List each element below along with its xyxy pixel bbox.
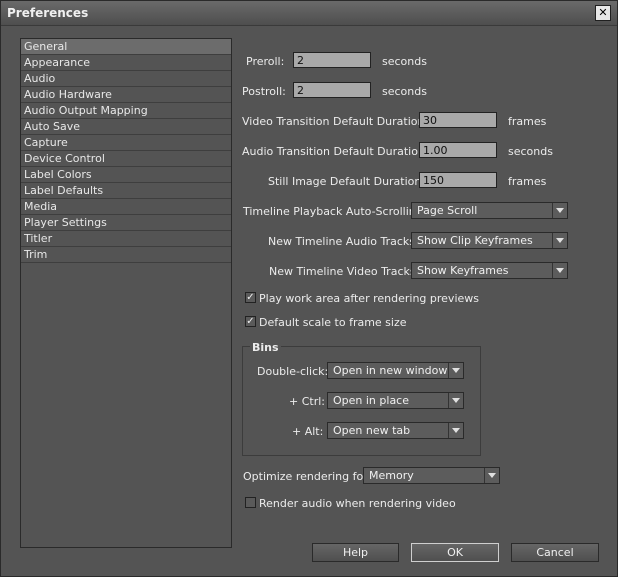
ok-button[interactable]: OK bbox=[411, 543, 499, 562]
render-audio-checkbox[interactable] bbox=[245, 497, 256, 508]
video-tracks-dropdown[interactable]: Show Keyframes bbox=[411, 262, 568, 279]
preroll-unit: seconds bbox=[382, 55, 427, 68]
postroll-input[interactable]: 2 bbox=[293, 82, 371, 98]
optimize-value: Memory bbox=[369, 469, 414, 482]
alt-dropdown[interactable]: Open new tab bbox=[327, 422, 464, 439]
alt-value: Open new tab bbox=[333, 424, 411, 437]
chevron-down-icon bbox=[448, 363, 463, 378]
audio-tracks-value: Show Clip Keyframes bbox=[417, 234, 533, 247]
autoscroll-dropdown[interactable]: Page Scroll bbox=[411, 202, 568, 219]
cancel-button[interactable]: Cancel bbox=[511, 543, 599, 562]
default-scale-checkbox[interactable]: ✓ bbox=[245, 316, 256, 327]
audio-tracks-dropdown[interactable]: Show Clip Keyframes bbox=[411, 232, 568, 249]
sidebar-item-appearance[interactable]: Appearance bbox=[21, 55, 231, 71]
sidebar-item-general[interactable]: General bbox=[21, 39, 231, 55]
still-image-label: Still Image Default Duration: bbox=[268, 175, 426, 188]
alt-label: + Alt: bbox=[292, 425, 324, 438]
window-title: Preferences bbox=[7, 6, 89, 20]
default-scale-label: Default scale to frame size bbox=[259, 316, 407, 329]
chevron-down-icon bbox=[552, 263, 567, 278]
bins-title: Bins bbox=[250, 341, 281, 354]
ctrl-dropdown[interactable]: Open in place bbox=[327, 392, 464, 409]
chevron-down-icon bbox=[448, 393, 463, 408]
video-transition-input[interactable]: 30 bbox=[419, 112, 497, 128]
sidebar-item-player-settings[interactable]: Player Settings bbox=[21, 215, 231, 231]
render-audio-label: Render audio when rendering video bbox=[259, 497, 456, 510]
audio-transition-unit: seconds bbox=[508, 145, 553, 158]
chevron-down-icon bbox=[552, 233, 567, 248]
video-tracks-label: New Timeline Video Tracks: bbox=[269, 265, 420, 278]
chevron-down-icon bbox=[448, 423, 463, 438]
preroll-label: Preroll: bbox=[246, 55, 285, 68]
audio-tracks-label: New Timeline Audio Tracks: bbox=[268, 235, 419, 248]
sidebar-item-media[interactable]: Media bbox=[21, 199, 231, 215]
video-transition-unit: frames bbox=[508, 115, 547, 128]
autoscroll-value: Page Scroll bbox=[417, 204, 478, 217]
title-bar[interactable]: Preferences ✕ bbox=[1, 1, 617, 26]
sidebar-item-audio-output-mapping[interactable]: Audio Output Mapping bbox=[21, 103, 231, 119]
sidebar-item-label-colors[interactable]: Label Colors bbox=[21, 167, 231, 183]
sidebar-item-capture[interactable]: Capture bbox=[21, 135, 231, 151]
sidebar-item-device-control[interactable]: Device Control bbox=[21, 151, 231, 167]
audio-transition-label: Audio Transition Default Duration: bbox=[242, 145, 429, 158]
optimize-dropdown[interactable]: Memory bbox=[363, 467, 500, 484]
postroll-label: Postroll: bbox=[242, 85, 286, 98]
play-work-area-checkbox[interactable]: ✓ bbox=[245, 292, 256, 303]
sidebar-item-auto-save[interactable]: Auto Save bbox=[21, 119, 231, 135]
optimize-label: Optimize rendering for: bbox=[243, 470, 372, 483]
ctrl-label: + Ctrl: bbox=[289, 395, 325, 408]
video-tracks-value: Show Keyframes bbox=[417, 264, 509, 277]
still-image-input[interactable]: 150 bbox=[419, 172, 497, 188]
sidebar-item-trim[interactable]: Trim bbox=[21, 247, 231, 263]
chevron-down-icon bbox=[484, 468, 499, 483]
autoscroll-label: Timeline Playback Auto-Scrolling: bbox=[243, 205, 427, 218]
sidebar-item-audio-hardware[interactable]: Audio Hardware bbox=[21, 87, 231, 103]
ctrl-value: Open in place bbox=[333, 394, 409, 407]
chevron-down-icon bbox=[552, 203, 567, 218]
audio-transition-input[interactable]: 1.00 bbox=[419, 142, 497, 158]
postroll-unit: seconds bbox=[382, 85, 427, 98]
preferences-dialog: Preferences ✕ General Appearance Audio Audi… bbox=[0, 0, 618, 577]
double-click-dropdown[interactable]: Open in new window bbox=[327, 362, 464, 379]
sidebar-item-audio[interactable]: Audio bbox=[21, 71, 231, 87]
category-list: General Appearance Audio Audio Hardware Audi… bbox=[20, 38, 232, 548]
preroll-input[interactable]: 2 bbox=[293, 52, 371, 68]
close-icon[interactable]: ✕ bbox=[595, 5, 611, 21]
still-image-unit: frames bbox=[508, 175, 547, 188]
sidebar-item-titler[interactable]: Titler bbox=[21, 231, 231, 247]
play-work-area-label: Play work area after rendering previews bbox=[259, 292, 479, 305]
sidebar-item-label-defaults[interactable]: Label Defaults bbox=[21, 183, 231, 199]
video-transition-label: Video Transition Default Duration: bbox=[242, 115, 429, 128]
double-click-label: Double-click: bbox=[257, 365, 329, 378]
help-button[interactable]: Help bbox=[312, 543, 399, 562]
double-click-value: Open in new window bbox=[333, 364, 448, 377]
